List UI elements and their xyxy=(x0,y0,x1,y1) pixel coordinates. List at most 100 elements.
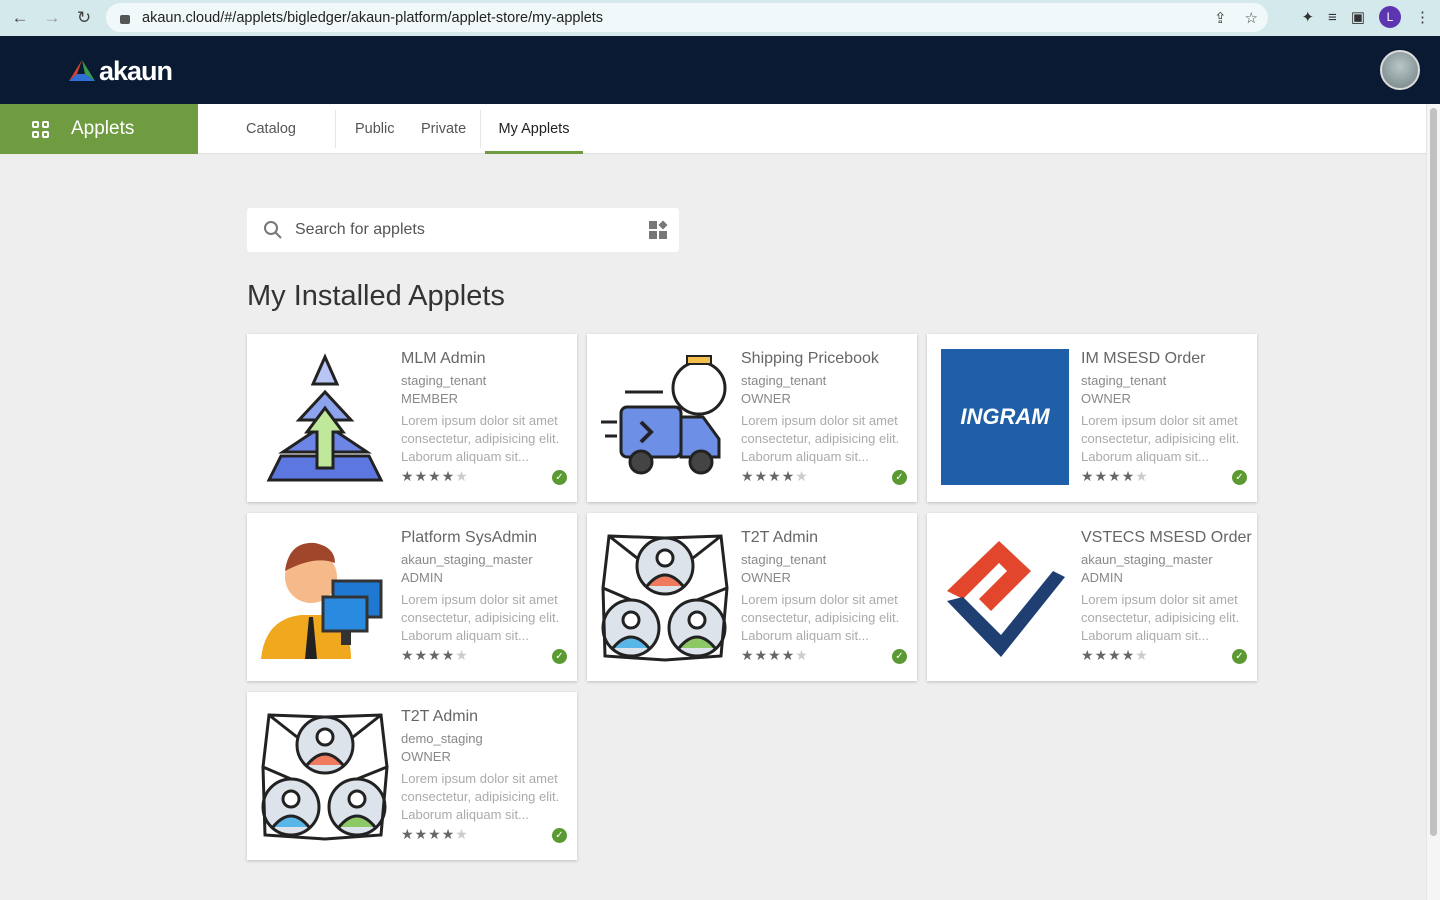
star-icon: ★ xyxy=(741,468,755,484)
applet-role: ADMIN xyxy=(1081,570,1123,585)
applet-description: Lorem ipsum dolor sit amet consectetur, … xyxy=(401,413,560,464)
network-people-icon xyxy=(261,707,389,843)
reading-list-icon[interactable]: ≡ xyxy=(1328,9,1337,26)
extensions-icon[interactable]: ✦ xyxy=(1301,8,1314,26)
applet-description: Lorem ipsum dolor sit amet consectetur, … xyxy=(741,413,900,464)
pyramid-arrow-icon xyxy=(261,349,389,485)
applet-title: Platform SysAdmin xyxy=(401,529,538,546)
forward-icon[interactable]: → xyxy=(36,8,68,28)
applet-card[interactable]: T2T Admin staging_tenant OWNER Lorem ips… xyxy=(587,513,917,681)
star-icon: ★ xyxy=(455,468,469,484)
installed-check-icon: ✓ xyxy=(552,649,567,664)
rating-stars: ★★★★★ xyxy=(401,468,469,485)
applet-card[interactable]: T2T Admin demo_staging OWNER Lorem ipsum… xyxy=(247,692,577,860)
star-icon: ★ xyxy=(1094,647,1109,663)
rating-stars: ★★★★★ xyxy=(741,468,809,485)
applet-title: T2T Admin xyxy=(741,529,819,546)
tab-public[interactable]: Public xyxy=(355,104,395,154)
menu-kebab-icon[interactable]: ⋮ xyxy=(1415,8,1430,26)
star-icon: ★ xyxy=(1081,468,1095,484)
applet-card[interactable]: INGRAM IM MSESD Order staging_tenant OWN… xyxy=(927,334,1257,502)
star-icon: ★ xyxy=(795,468,809,484)
star-icon: ★ xyxy=(1094,468,1109,484)
rating-stars: ★★★★★ xyxy=(1081,647,1149,664)
applet-title: IM MSESD Order xyxy=(1081,350,1206,367)
star-icon: ★ xyxy=(768,647,782,663)
star-icon: ★ xyxy=(414,826,429,842)
applet-role: OWNER xyxy=(741,570,791,585)
installed-check-icon: ✓ xyxy=(892,470,907,485)
address-bar[interactable]: akaun.cloud/#/applets/bigledger/akaun-pl… xyxy=(106,3,1268,32)
applet-role: ADMIN xyxy=(401,570,443,585)
star-icon: ★ xyxy=(441,647,456,663)
network-people-icon xyxy=(601,528,729,664)
installed-check-icon: ✓ xyxy=(552,828,567,843)
share-icon[interactable]: ⇪ xyxy=(1214,9,1227,27)
app-header: akaun xyxy=(0,36,1440,104)
view-toggle-icon[interactable] xyxy=(649,220,668,239)
star-icon: ★ xyxy=(428,468,442,484)
applet-tenant: staging_tenant xyxy=(741,552,827,567)
applet-role: MEMBER xyxy=(401,391,459,406)
applet-tenant: akaun_staging_master xyxy=(1081,552,1213,567)
applet-card[interactable]: VSTECS MSESD Order akaun_staging_master … xyxy=(927,513,1257,681)
reload-icon[interactable]: ↻ xyxy=(68,8,100,28)
star-icon: ★ xyxy=(428,826,442,842)
applet-tenant: staging_tenant xyxy=(741,373,827,388)
rating-stars: ★★★★★ xyxy=(401,647,469,664)
applets-label: Applets xyxy=(71,118,135,139)
tab-my-applets[interactable]: My Applets xyxy=(485,104,583,154)
tab-private[interactable]: Private xyxy=(421,104,466,154)
star-icon: ★ xyxy=(401,468,415,484)
user-avatar[interactable] xyxy=(1380,50,1420,90)
star-icon: ★ xyxy=(1108,468,1122,484)
star-icon: ★ xyxy=(455,826,469,842)
vstecs-logo xyxy=(941,528,1069,664)
applet-title: MLM Admin xyxy=(401,350,486,367)
applet-description: Lorem ipsum dolor sit amet consectetur, … xyxy=(741,592,900,643)
rating-stars: ★★★★★ xyxy=(401,826,469,843)
tab-catalog[interactable]: Catalog xyxy=(246,104,296,154)
star-icon: ★ xyxy=(401,826,415,842)
star-icon: ★ xyxy=(414,647,429,663)
star-icon: ★ xyxy=(1121,468,1136,484)
star-icon: ★ xyxy=(781,647,796,663)
section-title: My Installed Applets xyxy=(247,280,505,312)
browser-toolbar: ← → ↻ akaun.cloud/#/applets/bigledger/ak… xyxy=(0,0,1440,36)
applet-description: Lorem ipsum dolor sit amet consectetur, … xyxy=(401,771,560,822)
star-icon: ★ xyxy=(1135,468,1149,484)
search-input[interactable] xyxy=(295,221,625,239)
star-icon: ★ xyxy=(441,826,456,842)
applet-title: VSTECS MSESD Order xyxy=(1081,529,1252,546)
installed-check-icon: ✓ xyxy=(1232,470,1247,485)
star-icon: ★ xyxy=(401,647,415,663)
star-icon: ★ xyxy=(1135,647,1149,663)
applet-tenant: akaun_staging_master xyxy=(401,552,533,567)
applet-role: OWNER xyxy=(741,391,791,406)
profile-avatar[interactable]: L xyxy=(1379,6,1401,28)
applet-card[interactable]: Platform SysAdmin akaun_staging_master A… xyxy=(247,513,577,681)
applet-card[interactable]: Shipping Pricebook staging_tenant OWNER … xyxy=(587,334,917,502)
applet-role: OWNER xyxy=(1081,391,1131,406)
star-icon: ★ xyxy=(428,647,442,663)
akaun-logo[interactable]: akaun xyxy=(68,56,173,87)
applets-menu-button[interactable]: Applets xyxy=(0,104,198,154)
scrollbar[interactable] xyxy=(1426,104,1440,900)
star-icon: ★ xyxy=(768,468,782,484)
applet-description: Lorem ipsum dolor sit amet consectetur, … xyxy=(1081,413,1240,464)
star-icon: ★ xyxy=(781,468,796,484)
apps-grid-icon xyxy=(32,120,49,138)
applet-card[interactable]: MLM Admin staging_tenant MEMBER Lorem ip… xyxy=(247,334,577,502)
bookmark-star-icon[interactable]: ☆ xyxy=(1245,9,1258,27)
akaun-logo-icon xyxy=(69,59,95,81)
back-icon[interactable]: ← xyxy=(4,8,36,28)
side-panel-icon[interactable]: ▣ xyxy=(1351,8,1365,26)
star-icon: ★ xyxy=(1108,647,1122,663)
applet-description: Lorem ipsum dolor sit amet consectetur, … xyxy=(1081,592,1240,643)
rating-stars: ★★★★★ xyxy=(741,647,809,664)
applet-role: OWNER xyxy=(401,749,451,764)
applet-tenant: demo_staging xyxy=(401,731,483,746)
tab-bar: Applets Catalog Public Private My Applet… xyxy=(0,104,1426,154)
star-icon: ★ xyxy=(414,468,429,484)
search-box xyxy=(247,208,679,252)
